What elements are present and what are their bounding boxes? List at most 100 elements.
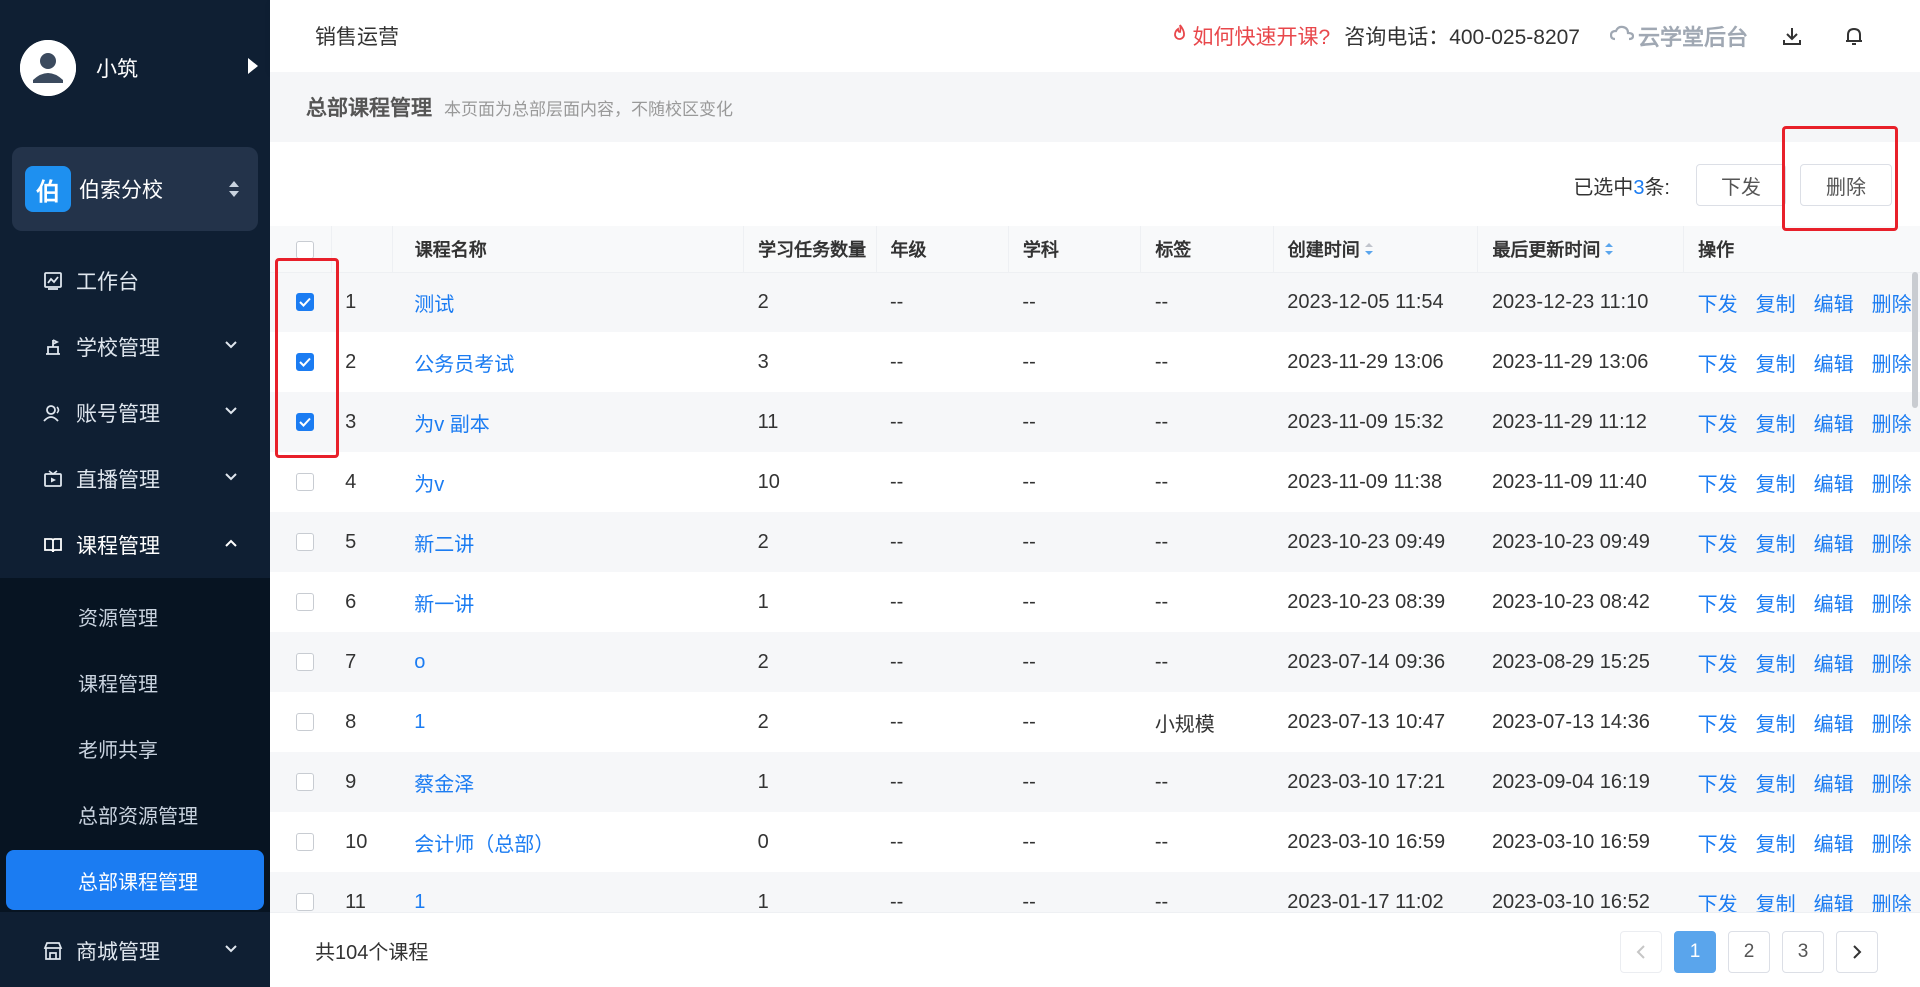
row-edit-link[interactable]: 编辑	[1814, 294, 1854, 316]
school-switcher[interactable]: 伯 伯索分校	[12, 147, 258, 231]
row-copy-link[interactable]: 复制	[1756, 594, 1796, 616]
download-icon[interactable]	[1774, 18, 1810, 54]
select-all-checkbox[interactable]	[296, 240, 314, 259]
row-delete-link[interactable]: 删除	[1872, 594, 1912, 616]
user-profile[interactable]: 小筑	[20, 40, 260, 96]
row-edit-link[interactable]: 编辑	[1814, 714, 1854, 736]
tag-cell: 小规模	[1154, 713, 1215, 736]
row-checkbox[interactable]	[296, 473, 314, 492]
course-name-link[interactable]: 1	[392, 692, 743, 752]
sort-toggle-icon[interactable]	[228, 177, 240, 206]
vertical-scrollbar[interactable]	[1912, 272, 1918, 408]
row-checkbox[interactable]	[296, 593, 314, 612]
row-delete-link[interactable]: 删除	[1872, 534, 1912, 556]
submenu-item-teacher-share[interactable]: 老师共享	[0, 718, 270, 778]
row-checkbox-cell	[270, 392, 332, 452]
row-send-link[interactable]: 下发	[1698, 654, 1738, 676]
bulk-delete-button[interactable]: 删除	[1800, 164, 1892, 206]
row-delete-link[interactable]: 删除	[1872, 354, 1912, 376]
row-send-link[interactable]: 下发	[1698, 414, 1738, 436]
row-copy-link[interactable]: 复制	[1756, 654, 1796, 676]
sidebar-item-label: 学校管理	[76, 337, 160, 360]
row-checkbox[interactable]	[296, 893, 314, 912]
created-header[interactable]: 创建时间	[1272, 226, 1478, 273]
row-send-link[interactable]: 下发	[1698, 294, 1738, 316]
row-send-link[interactable]: 下发	[1698, 774, 1738, 796]
sidebar-item-store[interactable]: 商城管理	[0, 918, 270, 984]
page-button-1[interactable]: 1	[1674, 931, 1716, 973]
sort-icon[interactable]	[1604, 241, 1614, 262]
brand-link[interactable]: 云学堂后台	[1609, 20, 1748, 52]
row-edit-link[interactable]: 编辑	[1814, 534, 1854, 556]
row-checkbox[interactable]	[296, 413, 314, 432]
row-checkbox[interactable]	[296, 353, 314, 372]
course-name-link[interactable]: 新一讲	[392, 572, 743, 632]
row-send-link[interactable]: 下发	[1698, 834, 1738, 856]
row-send-link[interactable]: 下发	[1698, 474, 1738, 496]
submenu-item-courses[interactable]: 课程管理	[0, 652, 270, 712]
submenu-item-hq-courses[interactable]: 总部课程管理	[6, 850, 264, 910]
page-button-2[interactable]: 2	[1728, 931, 1770, 973]
row-copy-link[interactable]: 复制	[1756, 774, 1796, 796]
row-edit-link[interactable]: 编辑	[1814, 834, 1854, 856]
row-delete-link[interactable]: 删除	[1872, 294, 1912, 316]
row-delete-link[interactable]: 删除	[1872, 474, 1912, 496]
updated-header[interactable]: 最后更新时间	[1477, 226, 1684, 273]
row-send-link[interactable]: 下发	[1698, 714, 1738, 736]
sidebar-item-live[interactable]: 直播管理	[0, 446, 270, 512]
course-name-link[interactable]: 为v	[392, 452, 743, 512]
course-name-link[interactable]: 公务员考试	[392, 332, 743, 392]
bell-icon[interactable]	[1836, 18, 1872, 54]
row-copy-link[interactable]: 复制	[1756, 534, 1796, 556]
row-edit-link[interactable]: 编辑	[1814, 474, 1854, 496]
row-send-link[interactable]: 下发	[1698, 534, 1738, 556]
row-copy-link[interactable]: 复制	[1756, 354, 1796, 376]
row-delete-link[interactable]: 删除	[1872, 414, 1912, 436]
caret-right-icon[interactable]	[248, 58, 258, 74]
course-name-link[interactable]: o	[392, 632, 744, 692]
row-checkbox[interactable]	[296, 533, 314, 552]
row-checkbox[interactable]	[296, 653, 314, 672]
row-checkbox[interactable]	[296, 833, 314, 852]
sidebar-item-course[interactable]: 课程管理	[0, 512, 270, 578]
row-edit-link[interactable]: 编辑	[1814, 654, 1854, 676]
course-name-link[interactable]: 蔡金泽	[392, 752, 744, 812]
page-button-3[interactable]: 3	[1782, 931, 1824, 973]
course-name-link[interactable]: 新二讲	[392, 512, 744, 572]
course-name-link[interactable]: 会计师（总部）	[392, 812, 743, 872]
row-edit-link[interactable]: 编辑	[1814, 594, 1854, 616]
row-send-link[interactable]: 下发	[1698, 594, 1738, 616]
row-delete-link[interactable]: 删除	[1872, 774, 1912, 796]
row-checkbox[interactable]	[296, 713, 314, 732]
row-send-link[interactable]: 下发	[1698, 354, 1738, 376]
submenu-item-hq-resources[interactable]: 总部资源管理	[0, 784, 270, 844]
task-count: 2	[743, 632, 876, 692]
row-delete-link[interactable]: 删除	[1872, 834, 1912, 856]
sidebar-item-school[interactable]: 学校管理	[0, 314, 270, 380]
task-count: 10	[757, 470, 780, 493]
row-edit-link[interactable]: 编辑	[1814, 774, 1854, 796]
row-copy-link[interactable]: 复制	[1756, 474, 1796, 496]
row-copy-link[interactable]: 复制	[1756, 714, 1796, 736]
row-delete-link[interactable]: 删除	[1872, 654, 1912, 676]
row-edit-link[interactable]: 编辑	[1814, 414, 1854, 436]
sidebar-item-account[interactable]: 账号管理	[0, 380, 270, 446]
next-page-button[interactable]	[1836, 931, 1878, 973]
prev-page-button[interactable]	[1620, 931, 1662, 973]
table-row: 2 公务员考试 3 -- -- -- 2023-11-29 13:06 2023-11-29 …	[270, 332, 1920, 392]
row-copy-link[interactable]: 复制	[1756, 834, 1796, 856]
sidebar-item-dashboard[interactable]: 工作台	[0, 248, 270, 314]
course-name-link[interactable]: 测试	[392, 272, 744, 332]
sort-desc-icon[interactable]	[1364, 241, 1374, 262]
row-copy-link[interactable]: 复制	[1756, 294, 1796, 316]
bulk-send-button[interactable]: 下发	[1696, 164, 1786, 206]
row-checkbox[interactable]	[296, 293, 314, 312]
quick-start-link[interactable]: 如何快速开课?	[1171, 21, 1330, 51]
row-copy-link[interactable]: 复制	[1756, 414, 1796, 436]
course-name-link[interactable]: 为v 副本	[392, 392, 744, 452]
school-logo: 伯	[25, 166, 71, 212]
row-edit-link[interactable]: 编辑	[1814, 354, 1854, 376]
submenu-item-resources[interactable]: 资源管理	[0, 586, 270, 646]
row-checkbox[interactable]	[296, 773, 314, 792]
row-delete-link[interactable]: 删除	[1872, 714, 1912, 736]
